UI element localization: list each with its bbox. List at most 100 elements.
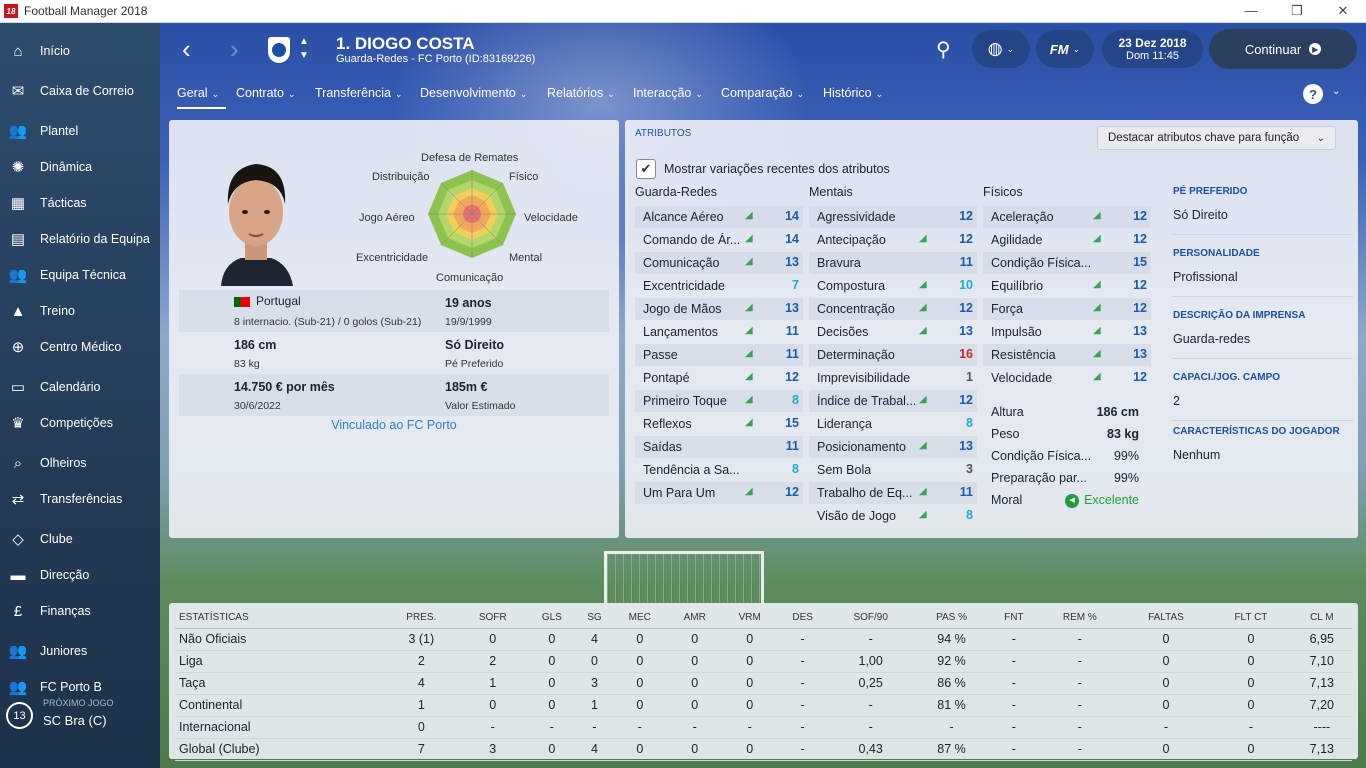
attribute-name: Comando de Ár... — [643, 233, 741, 247]
physical-info-label: Altura — [991, 405, 1024, 419]
attribute-value: 10 — [959, 278, 973, 292]
table-cell: - — [1037, 628, 1122, 651]
trend-up-arrow-icon: ◢ — [745, 256, 753, 267]
sidebar-item-home[interactable]: ⌂ Início — [0, 34, 160, 68]
back-arrow-icon[interactable]: ‹ — [182, 36, 191, 62]
tab-1[interactable]: Contrato ⌄ — [236, 86, 296, 100]
statistics-body: Não Oficiais 3 (1) 0 0 4 0 0 0- -94 % - -0 0 6,95 Lig… — [175, 628, 1352, 761]
player-age: 19 anos — [445, 296, 492, 310]
stats-column-header[interactable]: SOF/90 — [828, 608, 914, 629]
stats-column-header[interactable]: ESTATÍSTICAS — [175, 608, 385, 629]
sidebar-item-scouting[interactable]: ⌕ Olheiros — [0, 446, 160, 480]
attribute-name: Posicionamento — [817, 440, 906, 454]
stats-column-header[interactable]: VRM — [722, 608, 778, 629]
table-row[interactable]: Internacional 0- - - - - - - - - - - - - ---- — [175, 716, 1352, 739]
date-display[interactable]: 23 Dez 2018 Dom 11:45 — [1102, 30, 1203, 68]
stats-column-header[interactable]: SOFR — [458, 608, 528, 629]
globe-menu-button[interactable]: ◍ ⌄ — [972, 30, 1030, 68]
sidebar-item-club[interactable]: ◇ Clube — [0, 522, 160, 556]
tab-4[interactable]: Relatórios ⌄ — [547, 86, 615, 100]
maximize-button[interactable]: ❐ — [1274, 0, 1320, 22]
chevron-down-icon[interactable]: ⌄ — [1332, 86, 1340, 97]
attribute-value: 8 — [966, 508, 973, 522]
sidebar-item-tactics[interactable]: ▦ Tácticas — [0, 186, 160, 220]
sidebar-item-dynamics[interactable]: ✺ Dinâmica — [0, 150, 160, 184]
stats-column-header[interactable]: AMR — [667, 608, 723, 629]
next-game[interactable]: 13 PRÓXIMO JOGO SC Bra (C) — [6, 698, 156, 738]
stats-column-header[interactable]: FNT — [989, 608, 1038, 629]
divider — [1173, 358, 1353, 359]
linked-club-link[interactable]: Vinculado ao FC Porto — [169, 418, 619, 432]
stats-column-header[interactable]: SG — [576, 608, 613, 629]
attribute-row-goalkeeping: Jogo de Mãos ◢ 13 — [635, 298, 803, 320]
table-row[interactable]: Continental 1 0 0 1 0 0 0- -81 % - -0 0 7,20 — [175, 694, 1352, 717]
tab-2[interactable]: Transferência ⌄ — [315, 86, 403, 100]
sidebar-item-board[interactable]: ▬ Direcção — [0, 558, 160, 592]
sidebar-item-staff[interactable]: 👥 Equipa Técnica — [0, 258, 160, 292]
training-icon: ▲ — [10, 302, 26, 320]
squad-icon: 👥 — [8, 123, 28, 140]
trend-up-arrow-icon: ◢ — [919, 509, 927, 520]
tab-7[interactable]: Histórico ⌄ — [823, 86, 883, 100]
stats-column-header[interactable]: FALTAS — [1121, 608, 1211, 629]
chevron-down-icon: ⌄ — [695, 89, 703, 99]
chevron-down-icon: ⌄ — [796, 89, 805, 99]
tab-5[interactable]: Interacção ⌄ — [633, 86, 703, 100]
prev-next-player-icon[interactable]: ▲ ▼ — [298, 35, 310, 63]
table-cell: 1 — [576, 694, 613, 717]
sidebar-item-finances[interactable]: £ Finanças — [0, 594, 160, 628]
sidebar-item-training[interactable]: ▲ Treino — [0, 294, 160, 328]
help-icon[interactable]: ? — [1303, 84, 1323, 104]
forward-arrow-icon[interactable]: › — [230, 36, 239, 62]
table-cell: 94 % — [913, 628, 990, 651]
highlight-attributes-dropdown[interactable]: Destacar atributos chave para função ⌄ — [1097, 126, 1336, 150]
checkbox-checked-icon[interactable]: ✔ — [636, 159, 656, 179]
tab-0[interactable]: Geral ⌄ — [177, 86, 219, 100]
sidebar-item-trophy[interactable]: ♛ Competições — [0, 406, 160, 440]
table-cell: Global (Clube) — [175, 738, 385, 761]
stats-column-header[interactable]: FLT CT — [1210, 608, 1292, 629]
sidebar-item-report[interactable]: ▤ Relatório da Equipa — [0, 222, 160, 256]
show-recent-changes-toggle[interactable]: ✔ Mostrar variações recentes dos atribut… — [636, 159, 890, 179]
chevron-down-icon: ⌄ — [1316, 132, 1325, 144]
sidebar-item-label: Centro Médico — [40, 340, 122, 354]
sidebar-item-squad[interactable]: 👥 Plantel — [0, 114, 160, 148]
stats-column-header[interactable]: DES — [777, 608, 829, 629]
table-cell: 0 — [612, 650, 668, 673]
sidebar-item-label: Finanças — [40, 604, 91, 618]
club-crest-icon[interactable] — [268, 37, 290, 63]
table-cell: 0 — [384, 716, 459, 739]
search-icon[interactable]: ⚲ — [936, 37, 951, 62]
detail-heading: DESCRIÇÃO DA IMPRENSA — [1173, 310, 1306, 321]
fm-menu-button[interactable]: FM ⌄ — [1036, 30, 1094, 68]
sidebar-item-medical[interactable]: ⊕ Centro Médico — [0, 330, 160, 364]
divider — [1173, 296, 1353, 297]
tab-6[interactable]: Comparação ⌄ — [721, 86, 804, 100]
sidebar-item-inbox[interactable]: ✉ Caixa de Correio — [0, 74, 160, 108]
stats-column-header[interactable]: MEC — [612, 608, 668, 629]
minimize-button[interactable]: — — [1228, 0, 1274, 22]
close-button[interactable]: ✕ — [1320, 0, 1366, 22]
stats-column-header[interactable]: PAS % — [913, 608, 990, 629]
attribute-name: Um Para Um — [643, 486, 716, 500]
stats-column-header[interactable]: REM % — [1037, 608, 1122, 629]
attribute-row-mental: Determinação 16 — [809, 344, 977, 366]
table-row[interactable]: Não Oficiais 3 (1) 0 0 4 0 0 0- -94 % - -0 0 6,95 — [175, 628, 1352, 651]
stats-column-header[interactable]: CL M — [1291, 608, 1352, 629]
physical-info-row: Condição Física... 99% — [983, 446, 1143, 468]
sidebar-item-youth[interactable]: 👥 Juniores — [0, 634, 160, 668]
radar-label-eccentricity: Excentricidade — [356, 252, 429, 264]
continue-button[interactable]: Continuar ▶ — [1209, 29, 1357, 69]
stats-column-header[interactable]: GLS — [527, 608, 577, 629]
table-cell: - — [527, 716, 577, 739]
sidebar-item-calendar[interactable]: ▭ Calendário — [0, 370, 160, 404]
table-row[interactable]: Taça 4 1 0 3 0 0 0-0,25 86 % - -0 0 7,13 — [175, 672, 1352, 695]
info-row-nationality: Portugal 8 internacio. (Sub-21) / 0 golo… — [179, 290, 609, 332]
sidebar-item-transfers[interactable]: ⇄ Transferências — [0, 482, 160, 516]
table-row[interactable]: Global (Clube) 7 3 0 4 0 0 0-0,43 87 % - -0 0 7,13 — [175, 738, 1352, 761]
tab-3[interactable]: Desenvolvimento ⌄ — [420, 86, 527, 100]
stats-column-header[interactable]: PRES. — [384, 608, 459, 629]
attribute-value: 15 — [1133, 255, 1147, 269]
table-row[interactable]: Liga 2 2 0 0 0 0 0-1,00 92 % - -0 0 7,10 — [175, 650, 1352, 673]
attribute-value: 12 — [1133, 278, 1147, 292]
